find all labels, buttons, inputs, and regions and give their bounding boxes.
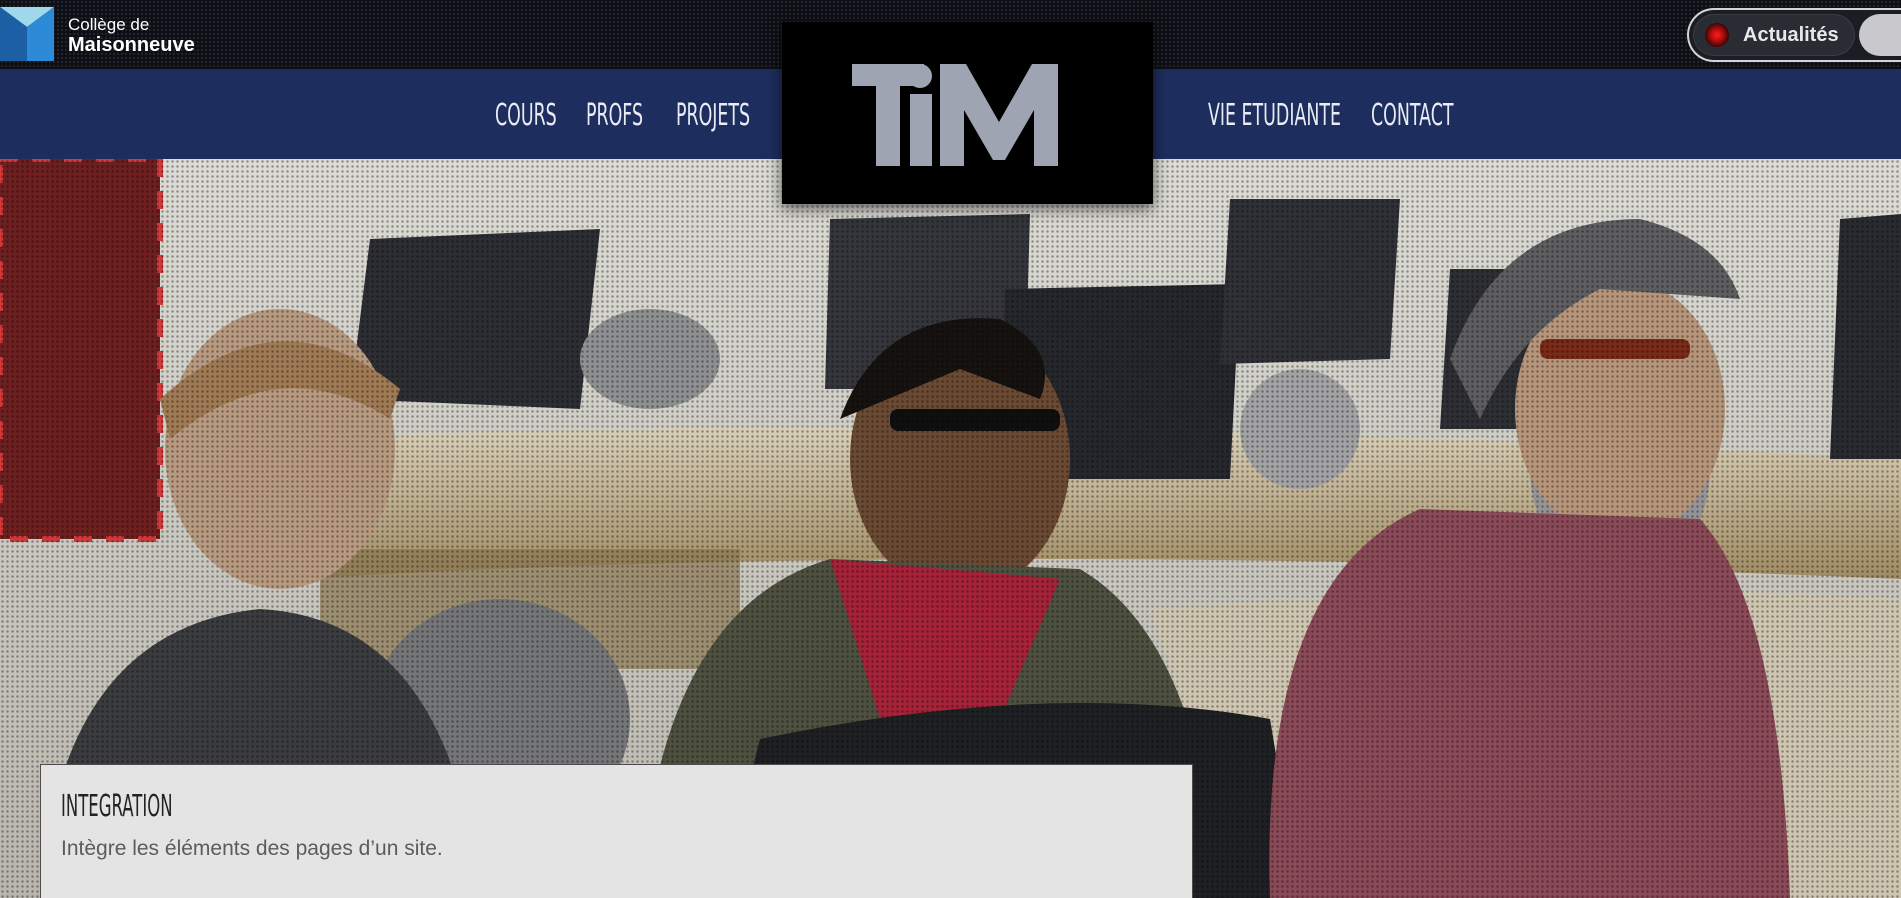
college-name-line1: Collège de [68, 15, 150, 34]
nav-item-contact[interactable]: CONTACT [1371, 99, 1454, 133]
college-logo-icon[interactable] [0, 7, 54, 61]
course-card[interactable]: INTEGRATION Intègre les éléments des pag… [40, 764, 1193, 898]
nav-item-cours[interactable]: COURS [495, 99, 557, 133]
news-indicator-icon [1705, 23, 1729, 47]
course-title: INTEGRATION [61, 789, 173, 824]
news-toggle-pill[interactable]: Actualités [1693, 14, 1855, 56]
nav-item-vie-etudiante[interactable]: VIE ETUDIANTE [1208, 99, 1341, 133]
news-toggle-label: Actualités [1743, 24, 1839, 46]
news-toggle[interactable]: Actualités [1687, 8, 1901, 62]
nav-item-projets[interactable]: PROJETS [676, 99, 750, 133]
tim-logo[interactable] [782, 22, 1153, 204]
news-toggle-track [1859, 14, 1901, 56]
course-description: Intègre les éléments des pages d’un site… [61, 837, 443, 860]
nav-item-profs[interactable]: PROFS [586, 99, 643, 133]
tim-logo-icon [852, 64, 1058, 166]
college-name-line2: Maisonneuve [68, 34, 195, 56]
college-name[interactable]: Collège de Maisonneuve [68, 15, 195, 55]
